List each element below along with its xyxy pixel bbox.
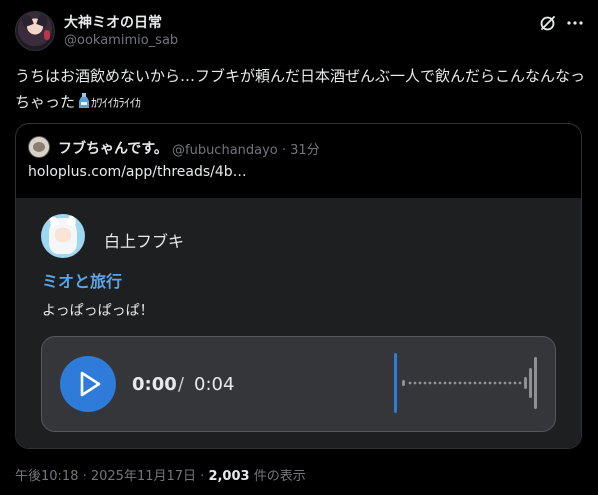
embed-author-avatar <box>41 214 85 258</box>
audio-player[interactable]: 0:00 / 0:04 <box>41 336 556 432</box>
tweet-timestamp: 午後10:18 · 2025年11月17日 · 2,003 件の表示 <box>15 465 306 484</box>
quote-link[interactable]: holoplus.com/app/threads/4b… <box>28 164 247 180</box>
tweet-suffix: ｶﾜｲｲｶﾗｲｲｶ <box>91 96 141 110</box>
audio-waveform[interactable] <box>398 353 548 413</box>
embed-post-title[interactable]: ミオと旅行 <box>42 268 122 292</box>
author-avatar[interactable] <box>15 11 55 51</box>
sake-bottle-icon <box>79 93 90 108</box>
quote-author-name[interactable]: フブちゃんです。 <box>58 138 168 158</box>
play-icon <box>80 371 101 397</box>
quote-avatar[interactable] <box>28 136 50 158</box>
author-display-name[interactable]: 大神ミオの日常 <box>64 12 162 32</box>
view-label: 件の表示 <box>249 469 306 484</box>
audio-total-time: 0:04 <box>194 374 235 395</box>
quote-card[interactable]: フブちゃんです。 @fubuchandayo · 31分 holoplus.co… <box>15 123 582 449</box>
embed-post-body: よっぱっぱっぱ！ <box>42 303 154 319</box>
view-count: 2,003 <box>208 469 250 484</box>
timestamp-date[interactable]: 午後10:18 · 2025年11月17日 · <box>15 469 208 484</box>
quote-meta: @fubuchandayo · 31分 <box>172 143 320 158</box>
embedded-post[interactable]: 白上フブキ ミオと旅行 よっぱっぱっぱ！ 0:00 / 0:04 <box>16 198 581 448</box>
audio-playhead[interactable] <box>394 353 397 413</box>
audio-time-separator: / <box>178 374 185 395</box>
more-options-icon[interactable] <box>565 13 585 33</box>
play-button[interactable] <box>60 356 116 412</box>
embed-author-name: 白上フブキ <box>104 232 185 251</box>
audio-current-time: 0:00 <box>132 374 177 395</box>
grok-icon[interactable] <box>538 13 558 33</box>
author-handle[interactable]: @ookamimio_sab <box>64 33 178 48</box>
tweet-text: うちはお酒飲めないから…フブキが頼んだ日本酒ぜんぶ一人で飲んだらこんなんなっちゃ… <box>15 63 585 116</box>
